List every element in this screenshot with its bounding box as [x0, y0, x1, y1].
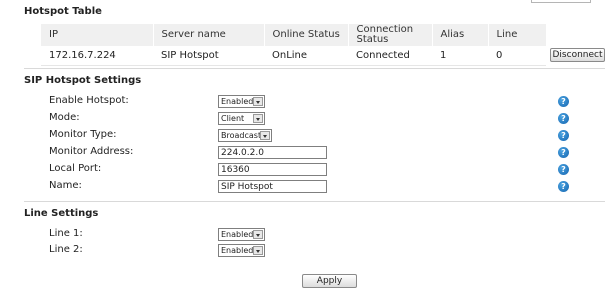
column-header-ip: IP: [41, 24, 154, 46]
monitor-type-select[interactable]: Broadcast: [218, 129, 272, 142]
hotspot-table-title: Hotspot Table: [24, 6, 102, 17]
column-header-alias: Alias: [432, 24, 489, 46]
help-icon[interactable]: ?: [558, 164, 569, 175]
monitor-address-label: Monitor Address:: [49, 146, 134, 157]
line-2-value: Enabled: [221, 246, 254, 255]
mode-select[interactable]: Client: [218, 112, 265, 125]
column-header-line: Line: [488, 24, 547, 46]
column-header-online-status: Online Status: [264, 24, 349, 46]
line-1-select[interactable]: Enabled: [218, 228, 265, 241]
chevron-down-icon: [253, 230, 263, 239]
enable-hotspot-select[interactable]: Enabled: [218, 95, 265, 108]
table-row: 172.16.7.224 SIP Hotspot OnLine Connecte…: [41, 46, 546, 66]
help-icon[interactable]: ?: [558, 113, 569, 124]
cell-server-name: SIP Hotspot: [153, 46, 264, 66]
help-icon[interactable]: ?: [558, 181, 569, 192]
monitor-address-input[interactable]: [218, 146, 327, 159]
cell-online-status: OnLine: [264, 46, 348, 66]
line-1-value: Enabled: [221, 230, 254, 239]
sip-hotspot-settings-title: SIP Hotspot Settings: [24, 75, 142, 86]
cell-alias: 1: [432, 46, 488, 66]
help-icon[interactable]: ?: [558, 96, 569, 107]
chevron-down-icon: [260, 131, 270, 140]
cell-line: 0: [488, 46, 546, 66]
help-icon[interactable]: ?: [558, 130, 569, 141]
hotspot-table: IP Server name Online Status Connection …: [41, 24, 547, 66]
line-settings-title: Line Settings: [24, 208, 99, 219]
local-port-label: Local Port:: [49, 163, 102, 174]
disconnect-button[interactable]: Disconnect: [550, 48, 605, 62]
section-divider: [24, 68, 605, 69]
cell-connection-status: Connected: [348, 46, 432, 66]
line-2-select[interactable]: Enabled: [218, 244, 265, 257]
column-header-server-name: Server name: [153, 24, 265, 46]
chevron-down-icon: [253, 114, 263, 123]
enable-hotspot-label: Enable Hotspot:: [49, 95, 129, 106]
local-port-input[interactable]: [218, 163, 327, 176]
mode-value: Client: [221, 114, 245, 123]
name-label: Name:: [49, 180, 82, 191]
monitor-type-value: Broadcast: [221, 131, 262, 140]
chevron-down-icon: [253, 97, 263, 106]
apply-button[interactable]: Apply: [302, 274, 357, 288]
top-control-stub: [531, 0, 591, 3]
line-1-label: Line 1:: [49, 228, 83, 239]
chevron-down-icon: [253, 246, 263, 255]
help-icon[interactable]: ?: [558, 147, 569, 158]
name-input[interactable]: [218, 180, 327, 193]
enable-hotspot-value: Enabled: [221, 97, 254, 106]
monitor-type-label: Monitor Type:: [49, 129, 117, 140]
table-header-row: IP Server name Online Status Connection …: [41, 24, 547, 46]
section-divider: [24, 201, 605, 202]
line-2-label: Line 2:: [49, 244, 83, 255]
column-header-connection-status: Connection Status: [348, 24, 433, 46]
mode-label: Mode:: [49, 112, 80, 123]
cell-ip: 172.16.7.224: [41, 46, 153, 66]
